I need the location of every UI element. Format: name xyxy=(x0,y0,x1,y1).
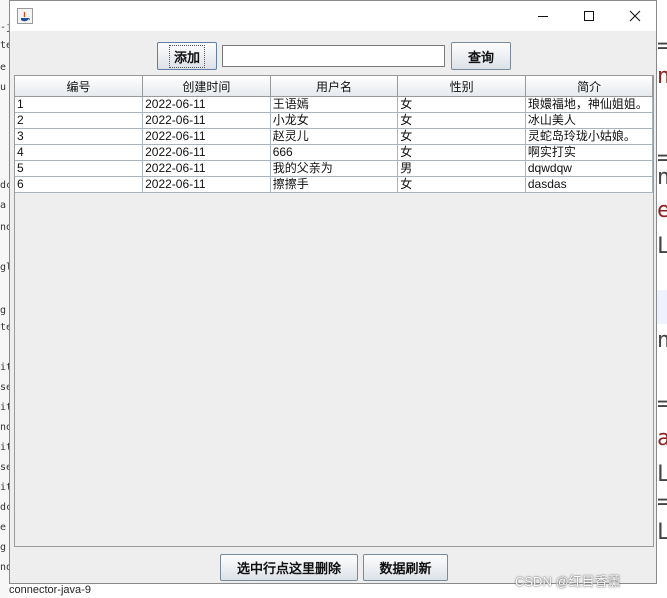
background-code-fragment: n xyxy=(657,328,667,353)
column-header[interactable]: 编号 xyxy=(15,76,144,97)
background-code-fragment: e xyxy=(0,62,7,73)
table-row[interactable]: 4 2022-06-11 666 女啊实打实 xyxy=(15,144,654,161)
search-input[interactable] xyxy=(222,45,445,67)
table-cell[interactable]: 女 xyxy=(397,176,526,193)
table-cell[interactable]: 琅嬛福地，神仙姐姐。 xyxy=(525,96,654,113)
background-code-fragment: u xyxy=(0,82,7,93)
table-cell[interactable]: 王语嫣 xyxy=(270,96,399,113)
refresh-button-label: 数据刷新 xyxy=(379,561,432,576)
minimize-button[interactable] xyxy=(520,1,566,31)
table-cell[interactable]: 2022-06-11 xyxy=(142,128,271,145)
background-highlight xyxy=(657,290,667,324)
title-bar xyxy=(10,1,656,31)
close-icon xyxy=(629,10,641,22)
table-row[interactable]: 6 2022-06-11 擦擦手女 dasdas xyxy=(15,176,654,193)
column-header[interactable]: 创建时间 xyxy=(142,76,271,97)
maximize-icon xyxy=(584,11,594,21)
add-button[interactable]: 添加 xyxy=(157,42,217,70)
background-code-fragment: e xyxy=(657,198,667,223)
table-cell[interactable]: 女 xyxy=(397,96,526,113)
query-button[interactable]: 查询 xyxy=(451,42,511,70)
watermark: CSDN @红目香薰 xyxy=(515,574,621,589)
table-row[interactable]: 5 2022-06-11 我的父亲为男 dqwdqw xyxy=(15,160,654,177)
table-row[interactable]: 3 2022-06-11 赵灵儿女灵蛇岛玲珑小姑娘。 xyxy=(15,128,654,145)
table-header-row: 编号 创建时间 用户名 性别 简介 xyxy=(15,76,654,97)
table-cell[interactable]: 2022-06-11 xyxy=(142,112,271,129)
app-window: 添加 查询 编号 创建时间 用户名 性别 简介 1 2022-06-11 王语嫣女琅嬛福地，… xyxy=(9,0,657,584)
background-code-fragment: = xyxy=(657,392,667,417)
column-header[interactable]: 简介 xyxy=(525,76,654,97)
add-button-label: 添加 xyxy=(168,44,205,68)
table-cell[interactable]: 女 xyxy=(397,144,526,161)
user-table-scrollpane[interactable]: 编号 创建时间 用户名 性别 简介 1 2022-06-11 王语嫣女琅嬛福地，神仙姐姐。 2… xyxy=(14,75,654,547)
table-cell[interactable]: 女 xyxy=(397,128,526,145)
query-button-label: 查询 xyxy=(467,49,494,65)
background-code-fragment: a xyxy=(0,200,7,211)
background-code-fragment: L xyxy=(657,520,667,545)
table-cell[interactable]: 冰山美人 xyxy=(525,112,654,129)
close-button[interactable] xyxy=(612,1,658,31)
background-code-fragment: g xyxy=(0,542,7,553)
table-row[interactable]: 1 2022-06-11 王语嫣女琅嬛福地，神仙姐姐。 xyxy=(15,96,654,113)
table-cell[interactable]: 2022-06-11 xyxy=(142,144,271,161)
table-cell[interactable]: 6 xyxy=(15,176,144,193)
table-cell[interactable]: 男 xyxy=(397,160,526,177)
background-code-fragment: g xyxy=(0,305,7,316)
background-code-fragment: L xyxy=(657,234,667,259)
table-cell[interactable]: 女 xyxy=(397,112,526,129)
table-cell[interactable]: 2 xyxy=(15,112,144,129)
table-cell[interactable]: 2022-06-11 xyxy=(142,160,271,177)
background-code-fragment: n xyxy=(657,165,667,190)
refresh-button[interactable]: 数据刷新 xyxy=(363,554,448,581)
delete-button-label: 选中行点这里删除 xyxy=(236,561,341,576)
background-code-fragment: L xyxy=(657,462,667,487)
table-cell[interactable]: 灵蛇岛玲珑小姑娘。 xyxy=(525,128,654,145)
table-cell[interactable]: 2022-06-11 xyxy=(142,176,271,193)
table-cell[interactable]: 我的父亲为 xyxy=(270,160,399,177)
table-cell[interactable]: dqwdqw xyxy=(525,160,654,177)
background-code-fragment: e xyxy=(0,522,7,533)
user-table: 编号 创建时间 用户名 性别 简介 1 2022-06-11 王语嫣女琅嬛福地，神仙姐姐。 2… xyxy=(15,76,654,193)
window-content: 添加 查询 编号 创建时间 用户名 性别 简介 1 2022-06-11 王语嫣女琅嬛福地，… xyxy=(10,31,656,583)
maximize-button[interactable] xyxy=(566,1,612,31)
table-cell[interactable]: 666 xyxy=(270,144,399,161)
java-icon xyxy=(17,8,33,24)
table-body: 1 2022-06-11 王语嫣女琅嬛福地，神仙姐姐。 2 2022-06-11 小龙女女… xyxy=(15,96,654,193)
background-code-fragment: n xyxy=(657,64,667,89)
table-cell[interactable]: 小龙女 xyxy=(270,112,399,129)
column-header[interactable]: 性别 xyxy=(397,76,526,97)
background-jar-label: connector-java-9 xyxy=(9,584,91,596)
table-cell[interactable]: 5 xyxy=(15,160,144,177)
minimize-icon xyxy=(538,16,548,17)
background-code-fragment: = xyxy=(657,490,667,515)
background-code-fragment: = xyxy=(657,34,667,59)
table-row[interactable]: 2 2022-06-11 小龙女女冰山美人 xyxy=(15,112,654,129)
table-cell[interactable]: 啊实打实 xyxy=(525,144,654,161)
table-cell[interactable]: dasdas xyxy=(525,176,654,193)
table-cell[interactable]: 3 xyxy=(15,128,144,145)
table-cell[interactable]: 赵灵儿 xyxy=(270,128,399,145)
column-header[interactable]: 用户名 xyxy=(270,76,399,97)
table-cell[interactable]: 1 xyxy=(15,96,144,113)
table-cell[interactable]: 4 xyxy=(15,144,144,161)
delete-selected-button[interactable]: 选中行点这里删除 xyxy=(220,554,358,581)
background-code-fragment: a xyxy=(657,426,667,451)
background-editor-right: = n = n e Ln = a L = L xyxy=(657,0,667,598)
table-cell[interactable]: 2022-06-11 xyxy=(142,96,271,113)
table-cell[interactable]: 擦擦手 xyxy=(270,176,399,193)
